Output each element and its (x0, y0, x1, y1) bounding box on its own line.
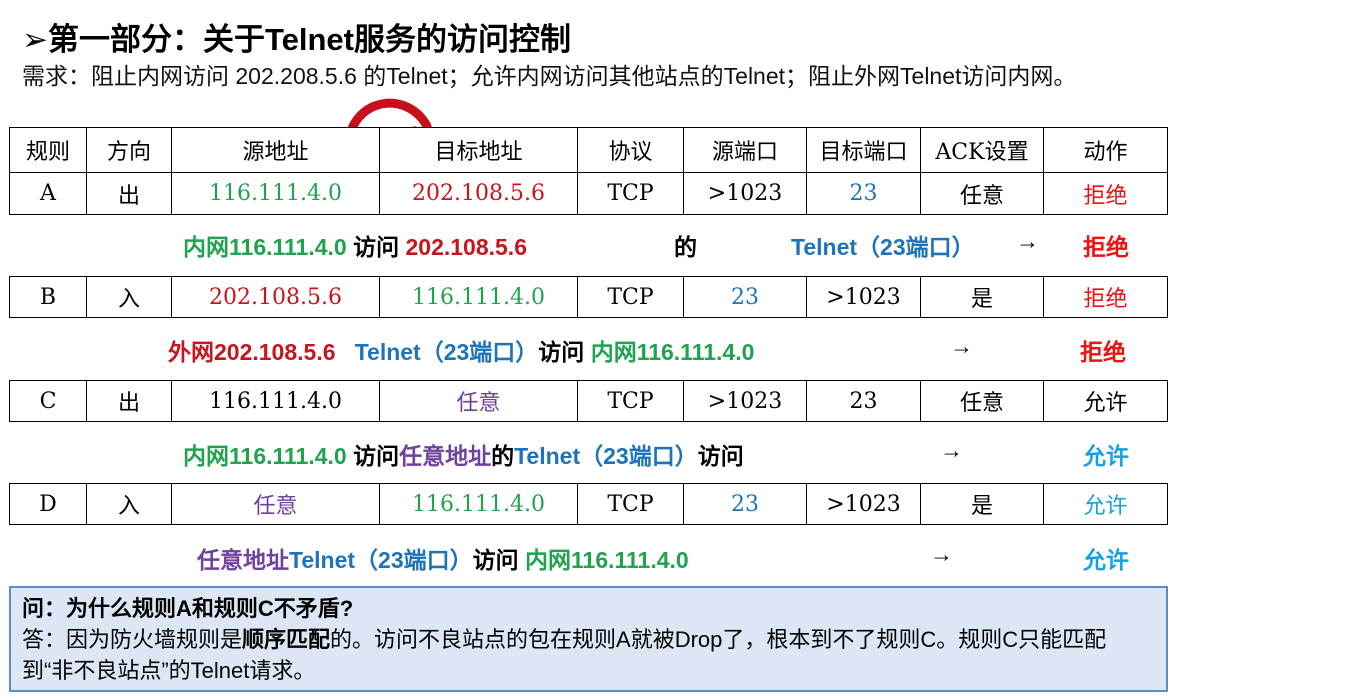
explanation-line: 内网116.111.4.0 访问 202.108.5.6 (183, 228, 527, 262)
exp-de: 的 (674, 234, 697, 260)
table-cell: 出 (86, 381, 171, 421)
table-cell: 23 (683, 484, 806, 524)
header-cell: 方向 (86, 128, 171, 172)
exp-arrow: → (950, 333, 973, 359)
table-cell: 任意 (920, 381, 1043, 421)
header-cell: 动作 (1043, 128, 1167, 172)
requirement-text: 需求：阻止内网访问 202.208.5.6 的Telnet；允许内网访问其他站点… (22, 63, 1077, 89)
exp-any: 任意地址 (399, 443, 492, 469)
table-cell: 任意 (171, 484, 379, 524)
table-cell: C (39, 388, 57, 414)
qa-box: 问：为什么规则A和规则C不矛盾? 答：因为防火墙规则是顺序匹配的。访问不良站点的… (9, 586, 1168, 692)
table-cell: 23 (806, 173, 920, 214)
header-cell: 源端口 (683, 128, 806, 172)
qa-answer-bold: 顺序匹配 (242, 627, 331, 652)
exp-service: Telnet（23端口） (354, 339, 539, 365)
table-cell: 116.111.4.0 (171, 173, 379, 214)
page-title: ➢第一部分：关于Telnet服务的访问控制 (22, 22, 571, 57)
exp-action: 拒绝 (1083, 234, 1129, 260)
table-cell: 出 (86, 173, 171, 214)
table-cell: TCP (577, 381, 683, 421)
qa-question: 问：为什么规则A和规则C不矛盾? (22, 596, 354, 621)
table-cell: 116.111.4.0 (379, 277, 577, 317)
exp-source: 外网202.108.5.6 (168, 339, 336, 365)
exp-arrow: → (1016, 228, 1039, 254)
table-cell: 23 (806, 381, 920, 421)
table-cell: 任意 (379, 381, 577, 421)
exp-destination: 内网116.111.4.0 (525, 547, 689, 573)
exp-arrow: → (940, 437, 963, 463)
exp-action: 允许 (1083, 443, 1129, 469)
exp-source: 内网116.111.4.0 (183, 234, 347, 260)
exp-verb: 访问 (538, 339, 585, 365)
table-cell: 202.108.5.6 (171, 277, 379, 317)
table-cell: 允许 (1043, 381, 1167, 421)
header-cell: ACK设置 (920, 128, 1043, 172)
table-cell: 入 (86, 484, 171, 524)
explanation-line: 任意地址Telnet（23端口）访问 内网116.111.4.0 (197, 541, 689, 575)
exp-service: Telnet（23端口） (791, 234, 975, 260)
header-cell: 源地址 (171, 128, 379, 172)
exp-source: 内网116.111.4.0 (183, 443, 347, 469)
table-row: D 入 任意 116.111.4.0 TCP 23 >1023 是 允许 (9, 483, 1168, 525)
exp-verb: 访问 (353, 234, 400, 260)
table-cell: 是 (920, 277, 1043, 317)
table-cell: 116.111.4.0 (379, 484, 577, 524)
table-cell: 拒绝 (1043, 173, 1167, 214)
table-cell: >1023 (683, 381, 806, 421)
exp-destination: 202.108.5.6 (405, 234, 527, 260)
exp-verb2: 访问 (697, 443, 744, 469)
exp-service: Telnet（23端口） (514, 443, 698, 469)
exp-verb: 访问 (472, 547, 519, 573)
header-cell: 目标地址 (379, 128, 577, 172)
explanation-line: 外网202.108.5.6 Telnet（23端口）访问 内网116.111.4… (168, 333, 754, 367)
table-cell: >1023 (806, 484, 920, 524)
table-cell: TCP (577, 277, 683, 317)
table-cell: 202.108.5.6 (379, 173, 577, 214)
table-cell: >1023 (806, 277, 920, 317)
table-header-row: 规则 方向 源地址 目标地址 协议 源端口 目标端口 ACK设置 动作 (9, 127, 1168, 173)
table-row: A 出 116.111.4.0 202.108.5.6 TCP >1023 23… (9, 173, 1168, 215)
header-cell: 目标端口 (806, 128, 920, 172)
exp-any: 任意地址 (197, 547, 289, 573)
table-cell: TCP (577, 173, 683, 214)
table-cell: A (40, 181, 56, 206)
table-row: B 入 202.108.5.6 116.111.4.0 TCP 23 >1023… (9, 276, 1168, 318)
exp-service: Telnet（23端口） (289, 547, 473, 573)
table-row: C 出 116.111.4.0 任意 TCP >1023 23 任意 允许 (9, 380, 1168, 422)
exp-action: 拒绝 (1080, 339, 1126, 365)
table-cell: 拒绝 (1043, 277, 1167, 317)
table-cell: D (39, 491, 57, 517)
exp-arrow: → (930, 541, 953, 567)
exp-verb: 访问 (353, 443, 400, 469)
exp-action: 允许 (1083, 547, 1129, 573)
table-cell: 允许 (1043, 484, 1167, 524)
qa-answer: 答：因为防火墙规则是顺序匹配的。访问不良站点的包在规则A就被Drop了，根本到不… (22, 624, 1155, 686)
table-cell: 23 (683, 277, 806, 317)
header-cell: 规则 (25, 140, 70, 165)
header-cell: 协议 (577, 128, 683, 172)
table-cell: B (39, 284, 57, 310)
table-cell: 入 (86, 277, 171, 317)
table-cell: TCP (577, 484, 683, 524)
table-cell: >1023 (683, 173, 806, 214)
qa-answer-pre: 答：因为防火墙规则是 (22, 627, 243, 652)
explanation-line: 内网116.111.4.0 访问任意地址的Telnet（23端口）访问 (183, 437, 744, 471)
exp-destination: 内网116.111.4.0 (590, 339, 755, 365)
table-cell: 是 (920, 484, 1043, 524)
exp-de: 的 (491, 443, 515, 469)
table-cell: 116.111.4.0 (171, 381, 379, 421)
table-cell: 任意 (920, 173, 1043, 214)
